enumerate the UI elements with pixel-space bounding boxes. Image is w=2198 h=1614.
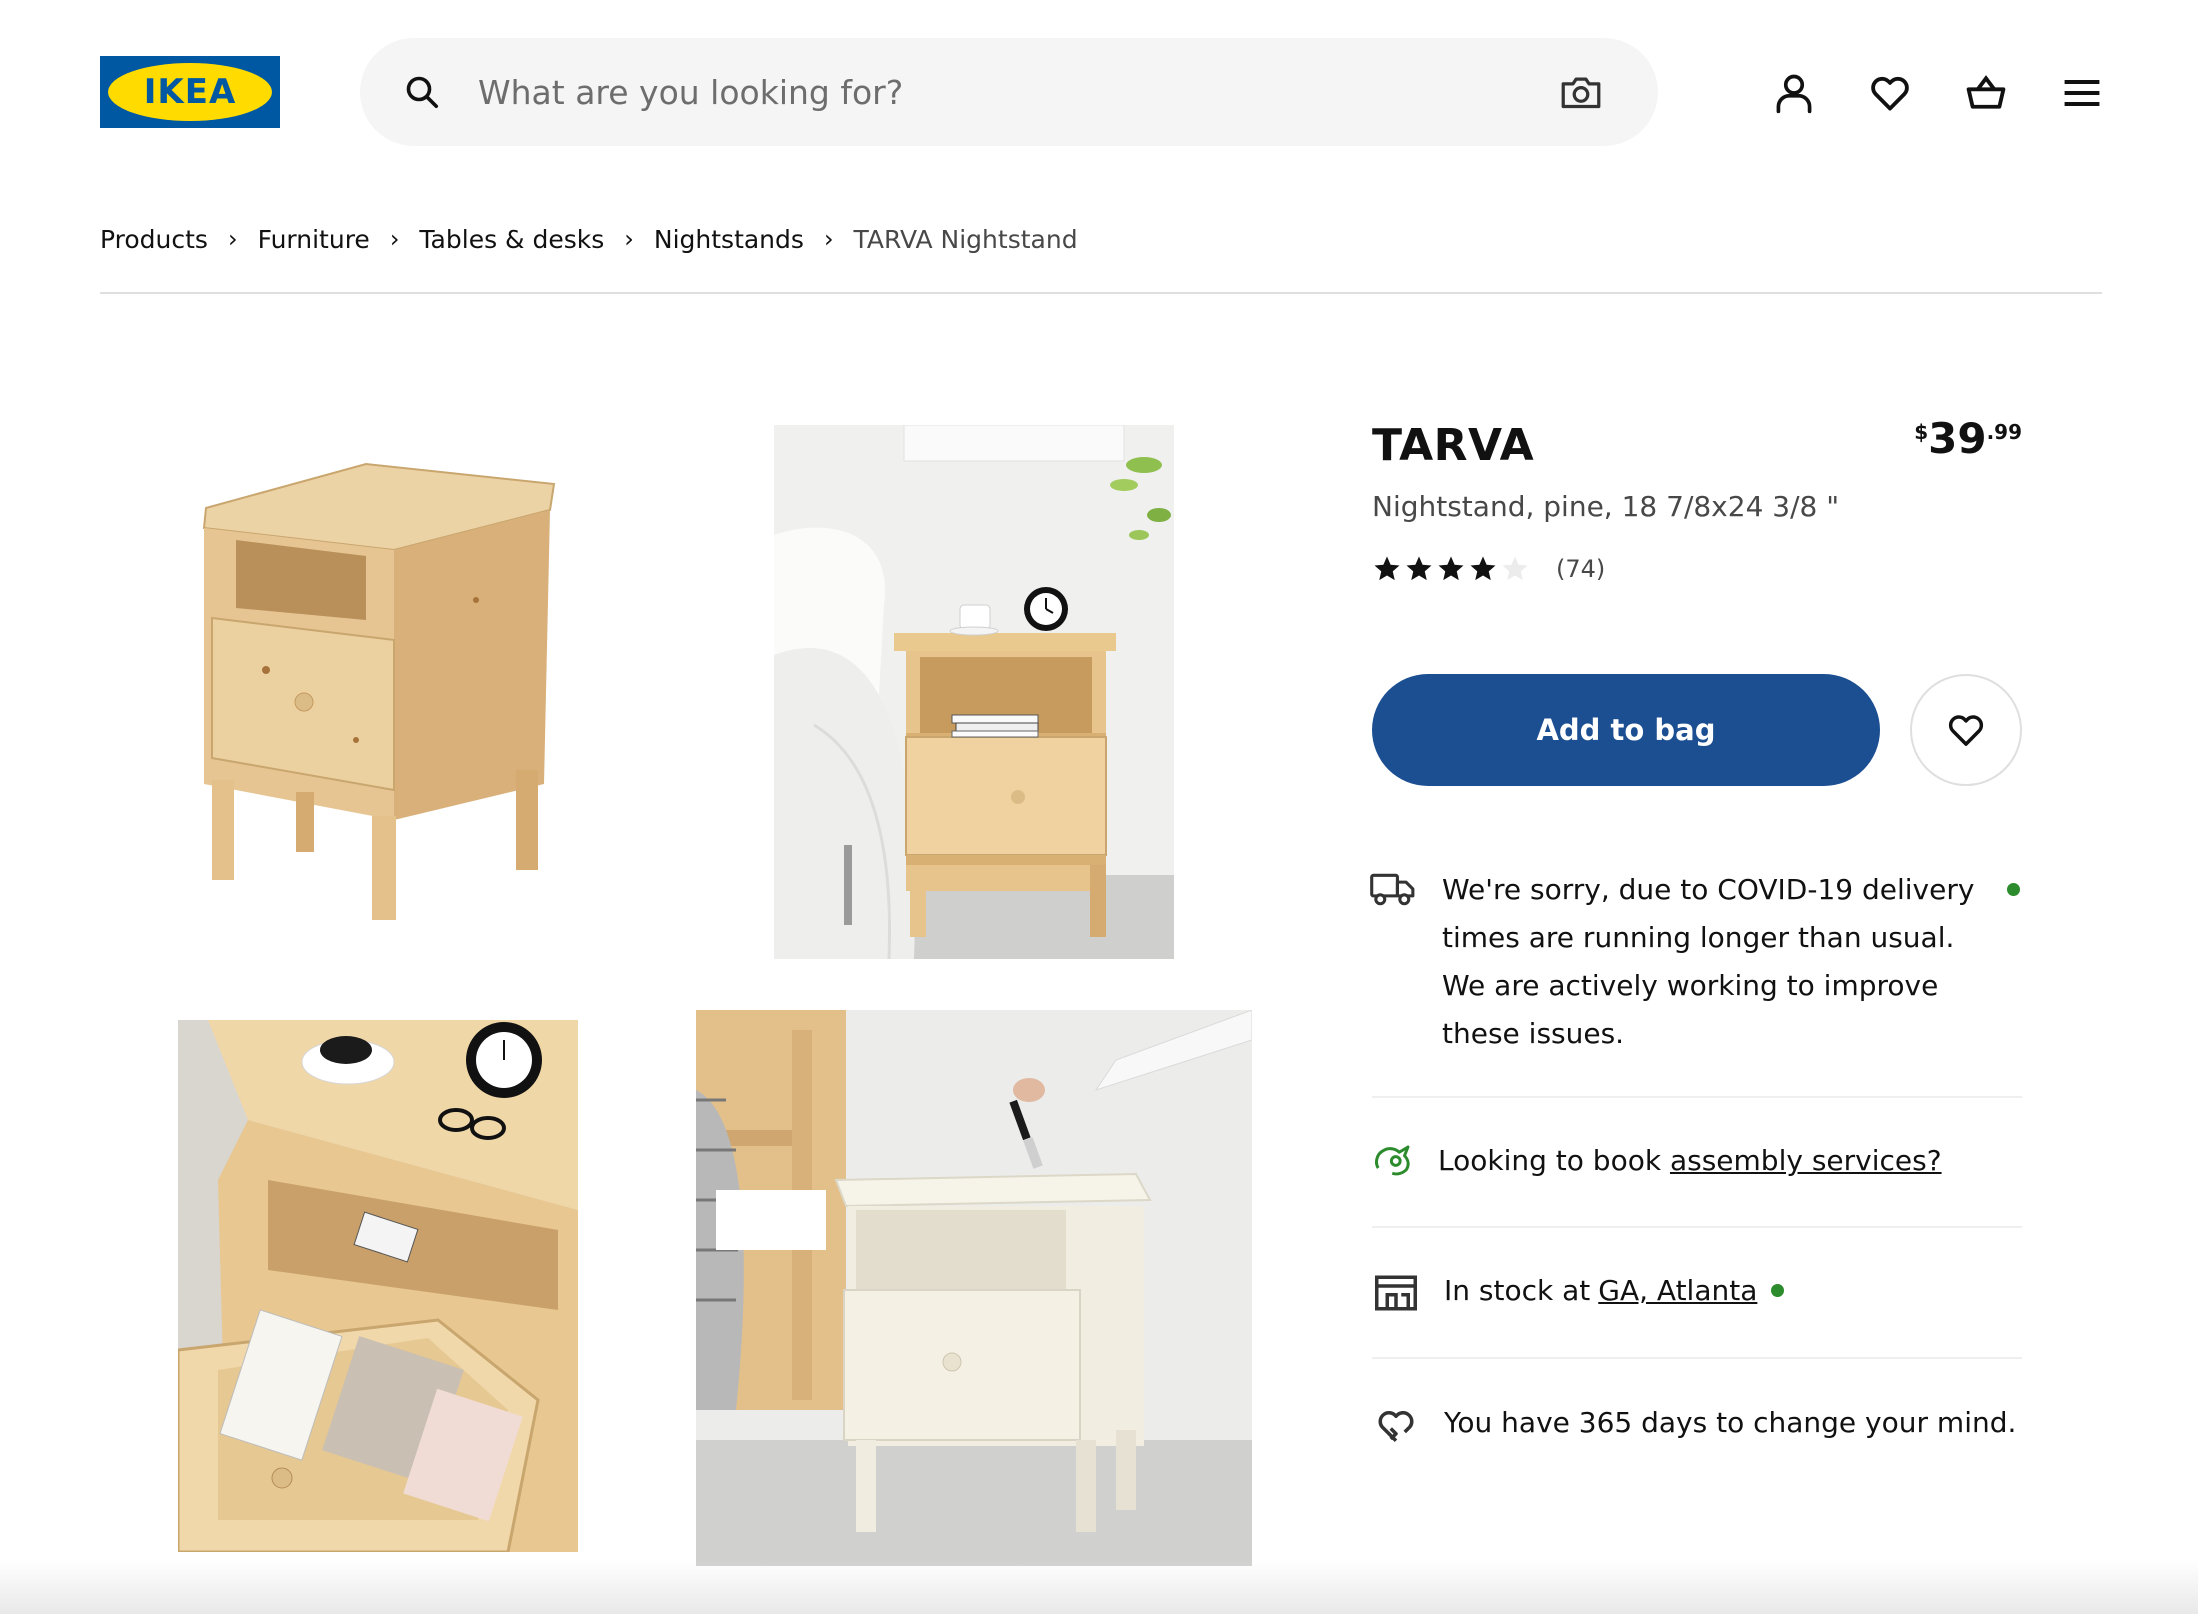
assembly-services-row: Looking to book assembly services? — [1438, 1144, 1942, 1177]
store-icon — [1375, 1275, 1417, 1311]
breadcrumb-tables-desks[interactable]: Tables & desks — [419, 225, 604, 254]
favourite-button[interactable] — [1910, 674, 2022, 786]
product-image-3[interactable] — [178, 1020, 578, 1552]
price-currency: $ — [1914, 420, 1929, 444]
heart-icon — [1948, 715, 1984, 746]
search-icon[interactable] — [404, 74, 440, 110]
star-filled-icon — [1470, 556, 1496, 581]
header-divider — [100, 292, 2102, 294]
info-divider — [1372, 1357, 2022, 1359]
breadcrumb: Products › Furniture › Tables & desks › … — [100, 222, 1078, 256]
star-filled-icon — [1406, 556, 1432, 581]
ikea-logo[interactable]: IKEA ® — [100, 56, 280, 128]
registered-mark: ® — [261, 68, 270, 78]
delivery-status-dot — [2007, 883, 2020, 896]
assembly-prefix: Looking to book — [1438, 1144, 1670, 1177]
bottom-shadow — [0, 1560, 2198, 1614]
info-divider — [1372, 1096, 2022, 1098]
return-policy-icon — [1378, 1411, 1414, 1442]
store-location-link[interactable]: GA, Atlanta — [1598, 1274, 1757, 1307]
breadcrumb-nightstands[interactable]: Nightstands — [654, 225, 804, 254]
chevron-right-icon: › — [227, 225, 238, 253]
delivery-truck-icon — [1370, 873, 1415, 906]
stock-status-dot — [1771, 1284, 1785, 1297]
user-icon[interactable] — [1772, 71, 1816, 115]
stock-status: In stock at GA, Atlanta — [1444, 1274, 1785, 1307]
product-image-2[interactable] — [774, 425, 1174, 959]
review-count[interactable]: (74) — [1556, 555, 1605, 583]
chevron-right-icon: › — [389, 225, 400, 253]
assembly-service-icon — [1375, 1145, 1410, 1176]
camera-icon[interactable] — [1560, 72, 1602, 112]
breadcrumb-current: TARVA Nightstand — [853, 224, 1078, 254]
search-bar[interactable] — [360, 38, 1658, 146]
product-name: TARVA — [1372, 420, 1535, 471]
basket-icon[interactable] — [1964, 71, 2008, 115]
chevron-right-icon: › — [624, 225, 634, 253]
assembly-services-link[interactable]: assembly services? — [1670, 1144, 1942, 1177]
rating-stars — [1372, 554, 1530, 584]
return-policy-text: You have 365 days to change your mind. — [1444, 1406, 2017, 1439]
search-input[interactable] — [478, 60, 1478, 124]
price-decimal: .99 — [1986, 420, 2022, 444]
heart-icon[interactable] — [1868, 71, 1912, 115]
product-image-1[interactable] — [176, 440, 576, 920]
price-integer: 39 — [1928, 414, 1987, 463]
menu-icon[interactable] — [2060, 71, 2104, 115]
logo-text: IKEA — [143, 72, 237, 112]
chevron-right-icon: › — [823, 225, 834, 253]
info-divider — [1372, 1226, 2022, 1228]
breadcrumb-products[interactable]: Products — [100, 225, 208, 254]
star-empty-icon — [1502, 556, 1528, 581]
covid-delivery-notice: We're sorry, due to COVID-19 delivery ti… — [1442, 873, 1975, 1050]
product-price: $ 39 .99 — [1914, 414, 2022, 464]
star-filled-icon — [1438, 556, 1464, 581]
product-description: Nightstand, pine, 18 7/8x24 3/8 " — [1372, 490, 1840, 523]
logo-oval: IKEA — [108, 63, 272, 121]
breadcrumb-furniture[interactable]: Furniture — [258, 225, 370, 254]
product-image-4[interactable] — [696, 1010, 1252, 1566]
product-rating[interactable]: (74) — [1372, 554, 1605, 584]
stock-prefix: In stock at — [1444, 1274, 1591, 1307]
star-filled-icon — [1374, 556, 1400, 581]
add-to-bag-button[interactable]: Add to bag — [1372, 674, 1880, 786]
